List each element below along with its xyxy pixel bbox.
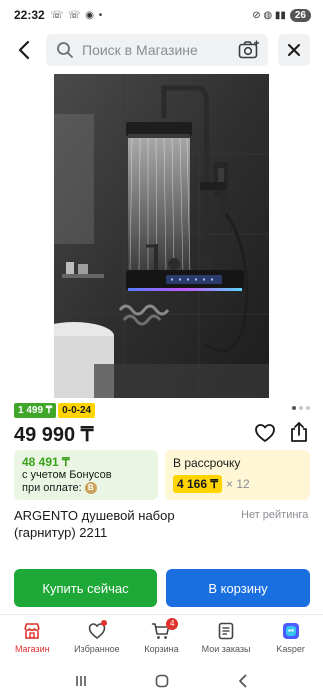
tab-label: Избранное xyxy=(74,644,120,654)
tab-favorites[interactable]: Избранное xyxy=(65,615,130,660)
installment-label: В рассрочку xyxy=(173,456,241,470)
kasper-icon xyxy=(282,623,299,639)
close-button[interactable] xyxy=(278,34,310,66)
search-placeholder: Поиск в Магазине xyxy=(82,42,198,58)
installment-card[interactable]: В рассрочку 4 166 ₸ × 12 xyxy=(165,450,310,500)
status-bar: 22:32 ☏ ☏ ◉ • ⊘ ◍ ▮▮ 26 xyxy=(0,0,323,30)
add-to-cart-button[interactable]: В корзину xyxy=(166,569,310,607)
favorite-button[interactable] xyxy=(254,422,276,444)
chevron-left-icon xyxy=(18,40,30,60)
signal-icons: ⊘ ◍ ▮▮ xyxy=(252,9,286,21)
battery-icon: 26 xyxy=(289,8,311,22)
back-nav-icon[interactable] xyxy=(235,673,251,689)
favorites-indicator-dot xyxy=(100,620,107,626)
installment-row: 4 166 ₸ × 12 xyxy=(173,475,302,493)
system-navigation-bar xyxy=(0,662,323,699)
buy-now-button[interactable]: Купить сейчас xyxy=(14,569,157,607)
cart-count-badge: 4 xyxy=(166,618,179,630)
bonus-caption-line1: с учетом Бонусов xyxy=(22,469,112,481)
rating-status[interactable]: Нет рейтинга xyxy=(241,509,308,521)
search-header: Поиск в Магазине xyxy=(0,32,323,68)
tab-label: Kasper xyxy=(276,644,305,654)
share-icon xyxy=(291,422,307,442)
share-button[interactable] xyxy=(288,420,310,444)
tab-my-orders[interactable]: Мои заказы xyxy=(194,615,259,660)
product-image[interactable] xyxy=(54,74,269,398)
pager-dot xyxy=(299,406,303,410)
pager-dot xyxy=(306,406,310,410)
pager-dot-active xyxy=(292,406,296,410)
product-price: 49 990 ₸ xyxy=(14,424,94,446)
orders-icon xyxy=(218,622,234,640)
installment-amount: 4 166 ₸ xyxy=(173,475,222,493)
image-pager xyxy=(292,406,310,410)
installment-months: × 12 xyxy=(226,477,250,491)
bonus-caption-text: при оплате: xyxy=(22,482,82,494)
installment-badge: 0-0-24 xyxy=(58,403,96,418)
tab-label: Корзина xyxy=(144,644,179,654)
tab-label: Мои заказы xyxy=(201,644,251,654)
notification-icons: ☏ ☏ ◉ • xyxy=(50,9,104,21)
shower-set-illustration xyxy=(54,74,269,398)
bonus-price-card[interactable]: 48 491 ₸ с учетом Бонусов при оплате: B xyxy=(14,450,158,500)
heart-icon xyxy=(255,424,275,442)
tab-kasper[interactable]: Kasper xyxy=(258,615,323,660)
price-badges: 1 499 ₸ 0-0-24 xyxy=(14,403,96,418)
bonus-coin-icon: B xyxy=(84,482,97,495)
tab-store[interactable]: Магазин xyxy=(0,615,65,660)
camera-search-icon[interactable] xyxy=(238,40,260,60)
close-icon xyxy=(288,44,300,56)
store-icon xyxy=(24,623,41,639)
tab-label: Магазин xyxy=(14,644,50,654)
bottom-tab-bar: Магазин Избранное 4 Корзина Мои заказы K… xyxy=(0,614,323,660)
search-input[interactable]: Поиск в Магазине xyxy=(46,34,268,66)
bonus-badge: 1 499 ₸ xyxy=(14,403,57,418)
back-button[interactable] xyxy=(14,38,36,62)
home-icon[interactable] xyxy=(154,673,170,689)
product-title: ARGENTO душевой набор (гарнитур) 2211 xyxy=(14,508,175,540)
bonus-price: 48 491 ₸ xyxy=(22,455,70,469)
search-icon xyxy=(57,42,73,58)
tab-cart[interactable]: 4 Корзина xyxy=(129,615,194,660)
status-right-icons: ⊘ ◍ ▮▮ 26 xyxy=(252,8,311,22)
status-time: 22:32 xyxy=(14,8,45,22)
recent-apps-icon[interactable] xyxy=(73,673,89,689)
bonus-caption-line2: при оплате: B xyxy=(22,482,150,495)
